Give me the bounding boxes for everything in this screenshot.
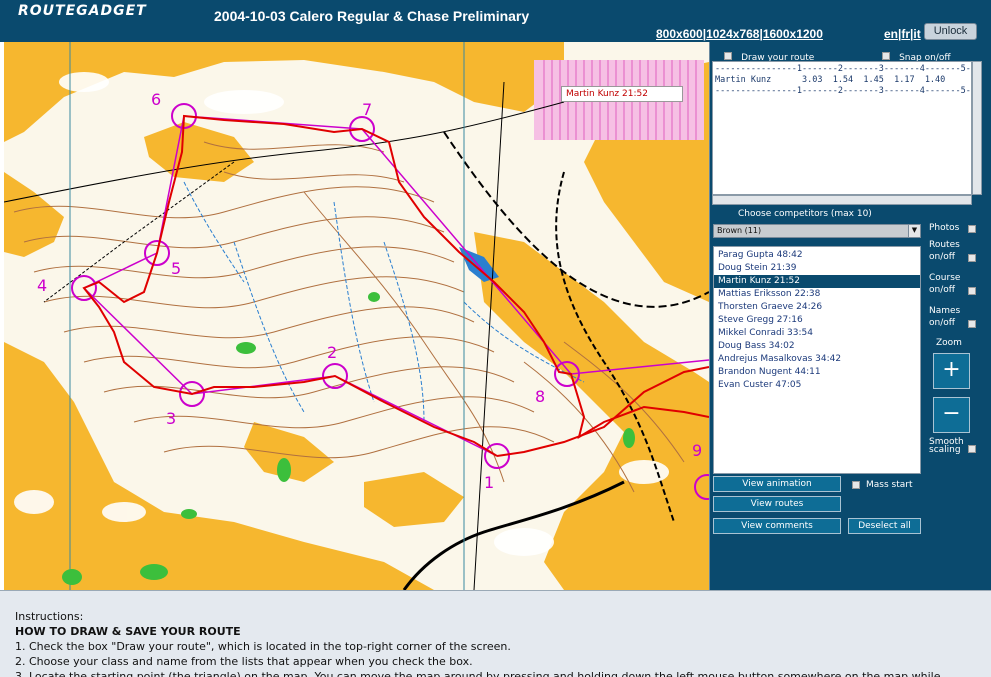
snap-checkbox[interactable] (882, 51, 890, 60)
view-animation-button[interactable]: View animation (713, 476, 841, 492)
instruction-step: 3. Locate the starting point (the triang… (15, 670, 941, 677)
competitor-item[interactable]: Doug Stein 21:39 (714, 262, 920, 275)
class-dropdown-value: Brown (11) (717, 226, 762, 235)
control-number: 9 (692, 441, 702, 460)
competitor-item[interactable]: Brandon Nugent 44:11 (714, 366, 920, 379)
competitor-list[interactable]: Parag Gupta 48:42 Doug Stein 21:39 Marti… (713, 246, 921, 474)
competitor-item[interactable]: Mattias Eriksson 22:38 (714, 288, 920, 301)
control-number: 4 (37, 276, 47, 295)
competitor-item[interactable]: Parag Gupta 48:42 (714, 249, 920, 262)
instructions-panel: Instructions: HOW TO DRAW & SAVE YOUR RO… (0, 590, 991, 677)
routegadget-logo: ROUTEGADGET (18, 3, 147, 19)
names-checkbox[interactable] (968, 320, 976, 328)
split-vertical-scrollbar[interactable] (972, 61, 982, 195)
resolution-links: 800x600|1024x768|1600x1200 (656, 27, 823, 41)
deselect-all-button[interactable]: Deselect all (848, 518, 921, 534)
control-panel: Draw your route Snap on/off ------------… (709, 42, 991, 590)
course-label: Course (929, 273, 961, 283)
routes-label: Routes (929, 240, 960, 250)
event-title: 2004-10-03 Calero Regular & Chase Prelim… (214, 8, 530, 24)
language-links: en|fr|it (884, 27, 921, 41)
control-number: 7 (362, 100, 372, 119)
competitor-item[interactable]: Evan Custer 47:05 (714, 379, 920, 392)
instruction-step: 1. Check the box "Draw your route", whic… (15, 640, 511, 653)
language-it-link[interactable]: it (913, 27, 920, 41)
resolution-1600-link[interactable]: 1600x1200 (763, 27, 823, 41)
zoom-in-button[interactable]: + (933, 353, 970, 389)
smooth-scaling-label-2: scaling (929, 445, 961, 455)
names-label-2: on/off (929, 318, 955, 328)
control-number: 2 (327, 343, 337, 362)
split-header-line: ----------------1-------2-------3-------… (715, 64, 972, 74)
routegadget-app: ROUTEGADGET 2004-10-03 Calero Regular & … (0, 0, 991, 677)
control-number: 3 (166, 409, 176, 428)
view-comments-button[interactable]: View comments (713, 518, 841, 534)
map-canvas[interactable]: 1 2 3 4 5 6 7 8 9 (4, 42, 709, 590)
language-en-link[interactable]: en (884, 27, 898, 41)
instructions-heading: HOW TO DRAW & SAVE YOUR ROUTE (15, 625, 241, 638)
course-label-2: on/off (929, 285, 955, 295)
competitor-item[interactable]: Andrejus Masalkovas 34:42 (714, 353, 920, 366)
competitor-map-label: Martin Kunz 21:52 (561, 86, 683, 102)
class-dropdown[interactable]: Brown (11) ▼ (713, 224, 921, 238)
competitor-item[interactable]: Thorsten Graeve 24:26 (714, 301, 920, 314)
photos-label: Photos (929, 223, 960, 233)
competitor-item[interactable]: Steve Gregg 27:16 (714, 314, 920, 327)
split-row: Martin Kunz 3.03 1.54 1.45 1.17 1.40 (715, 75, 946, 85)
control-number: 1 (484, 473, 494, 492)
control-number: 5 (171, 259, 181, 278)
control-number: 8 (535, 387, 545, 406)
competitor-item[interactable]: Doug Bass 34:02 (714, 340, 920, 353)
instructions-intro: Instructions: (15, 610, 84, 623)
zoom-label: Zoom (936, 338, 962, 348)
smooth-scaling-checkbox[interactable] (968, 445, 976, 453)
mass-start-checkbox[interactable] (852, 481, 860, 489)
split-times-box: ----------------1-------2-------3-------… (712, 61, 972, 195)
dropdown-arrow-icon: ▼ (908, 225, 920, 237)
choose-competitors-label: Choose competitors (max 10) (738, 209, 872, 219)
instruction-step: 2. Choose your class and name from the l… (15, 655, 473, 668)
draw-route-checkbox[interactable] (724, 51, 732, 60)
zoom-out-button[interactable]: − (933, 397, 970, 433)
names-label: Names (929, 306, 961, 316)
split-footer-line: ----------------1-------2-------3-------… (715, 86, 972, 96)
competitor-item[interactable]: Mikkel Conradi 33:54 (714, 327, 920, 340)
top-bar: ROUTEGADGET 2004-10-03 Calero Regular & … (0, 0, 991, 42)
control-number: 6 (151, 90, 161, 109)
routes-checkbox[interactable] (968, 254, 976, 262)
competitor-item-selected[interactable]: Martin Kunz 21:52 (714, 275, 920, 288)
photos-checkbox[interactable] (968, 225, 976, 233)
routes-label-2: on/off (929, 252, 955, 262)
view-routes-button[interactable]: View routes (713, 496, 841, 512)
unlock-button[interactable]: Unlock (924, 23, 977, 40)
resolution-1024-link[interactable]: 1024x768 (706, 27, 759, 41)
resolution-800-link[interactable]: 800x600 (656, 27, 703, 41)
split-horizontal-scrollbar[interactable] (712, 195, 972, 205)
mass-start-label: Mass start (866, 480, 913, 490)
course-checkbox[interactable] (968, 287, 976, 295)
orienteering-map[interactable]: 1 2 3 4 5 6 7 8 9 Martin Kunz 21:52 (4, 42, 709, 590)
language-fr-link[interactable]: fr (901, 27, 910, 41)
